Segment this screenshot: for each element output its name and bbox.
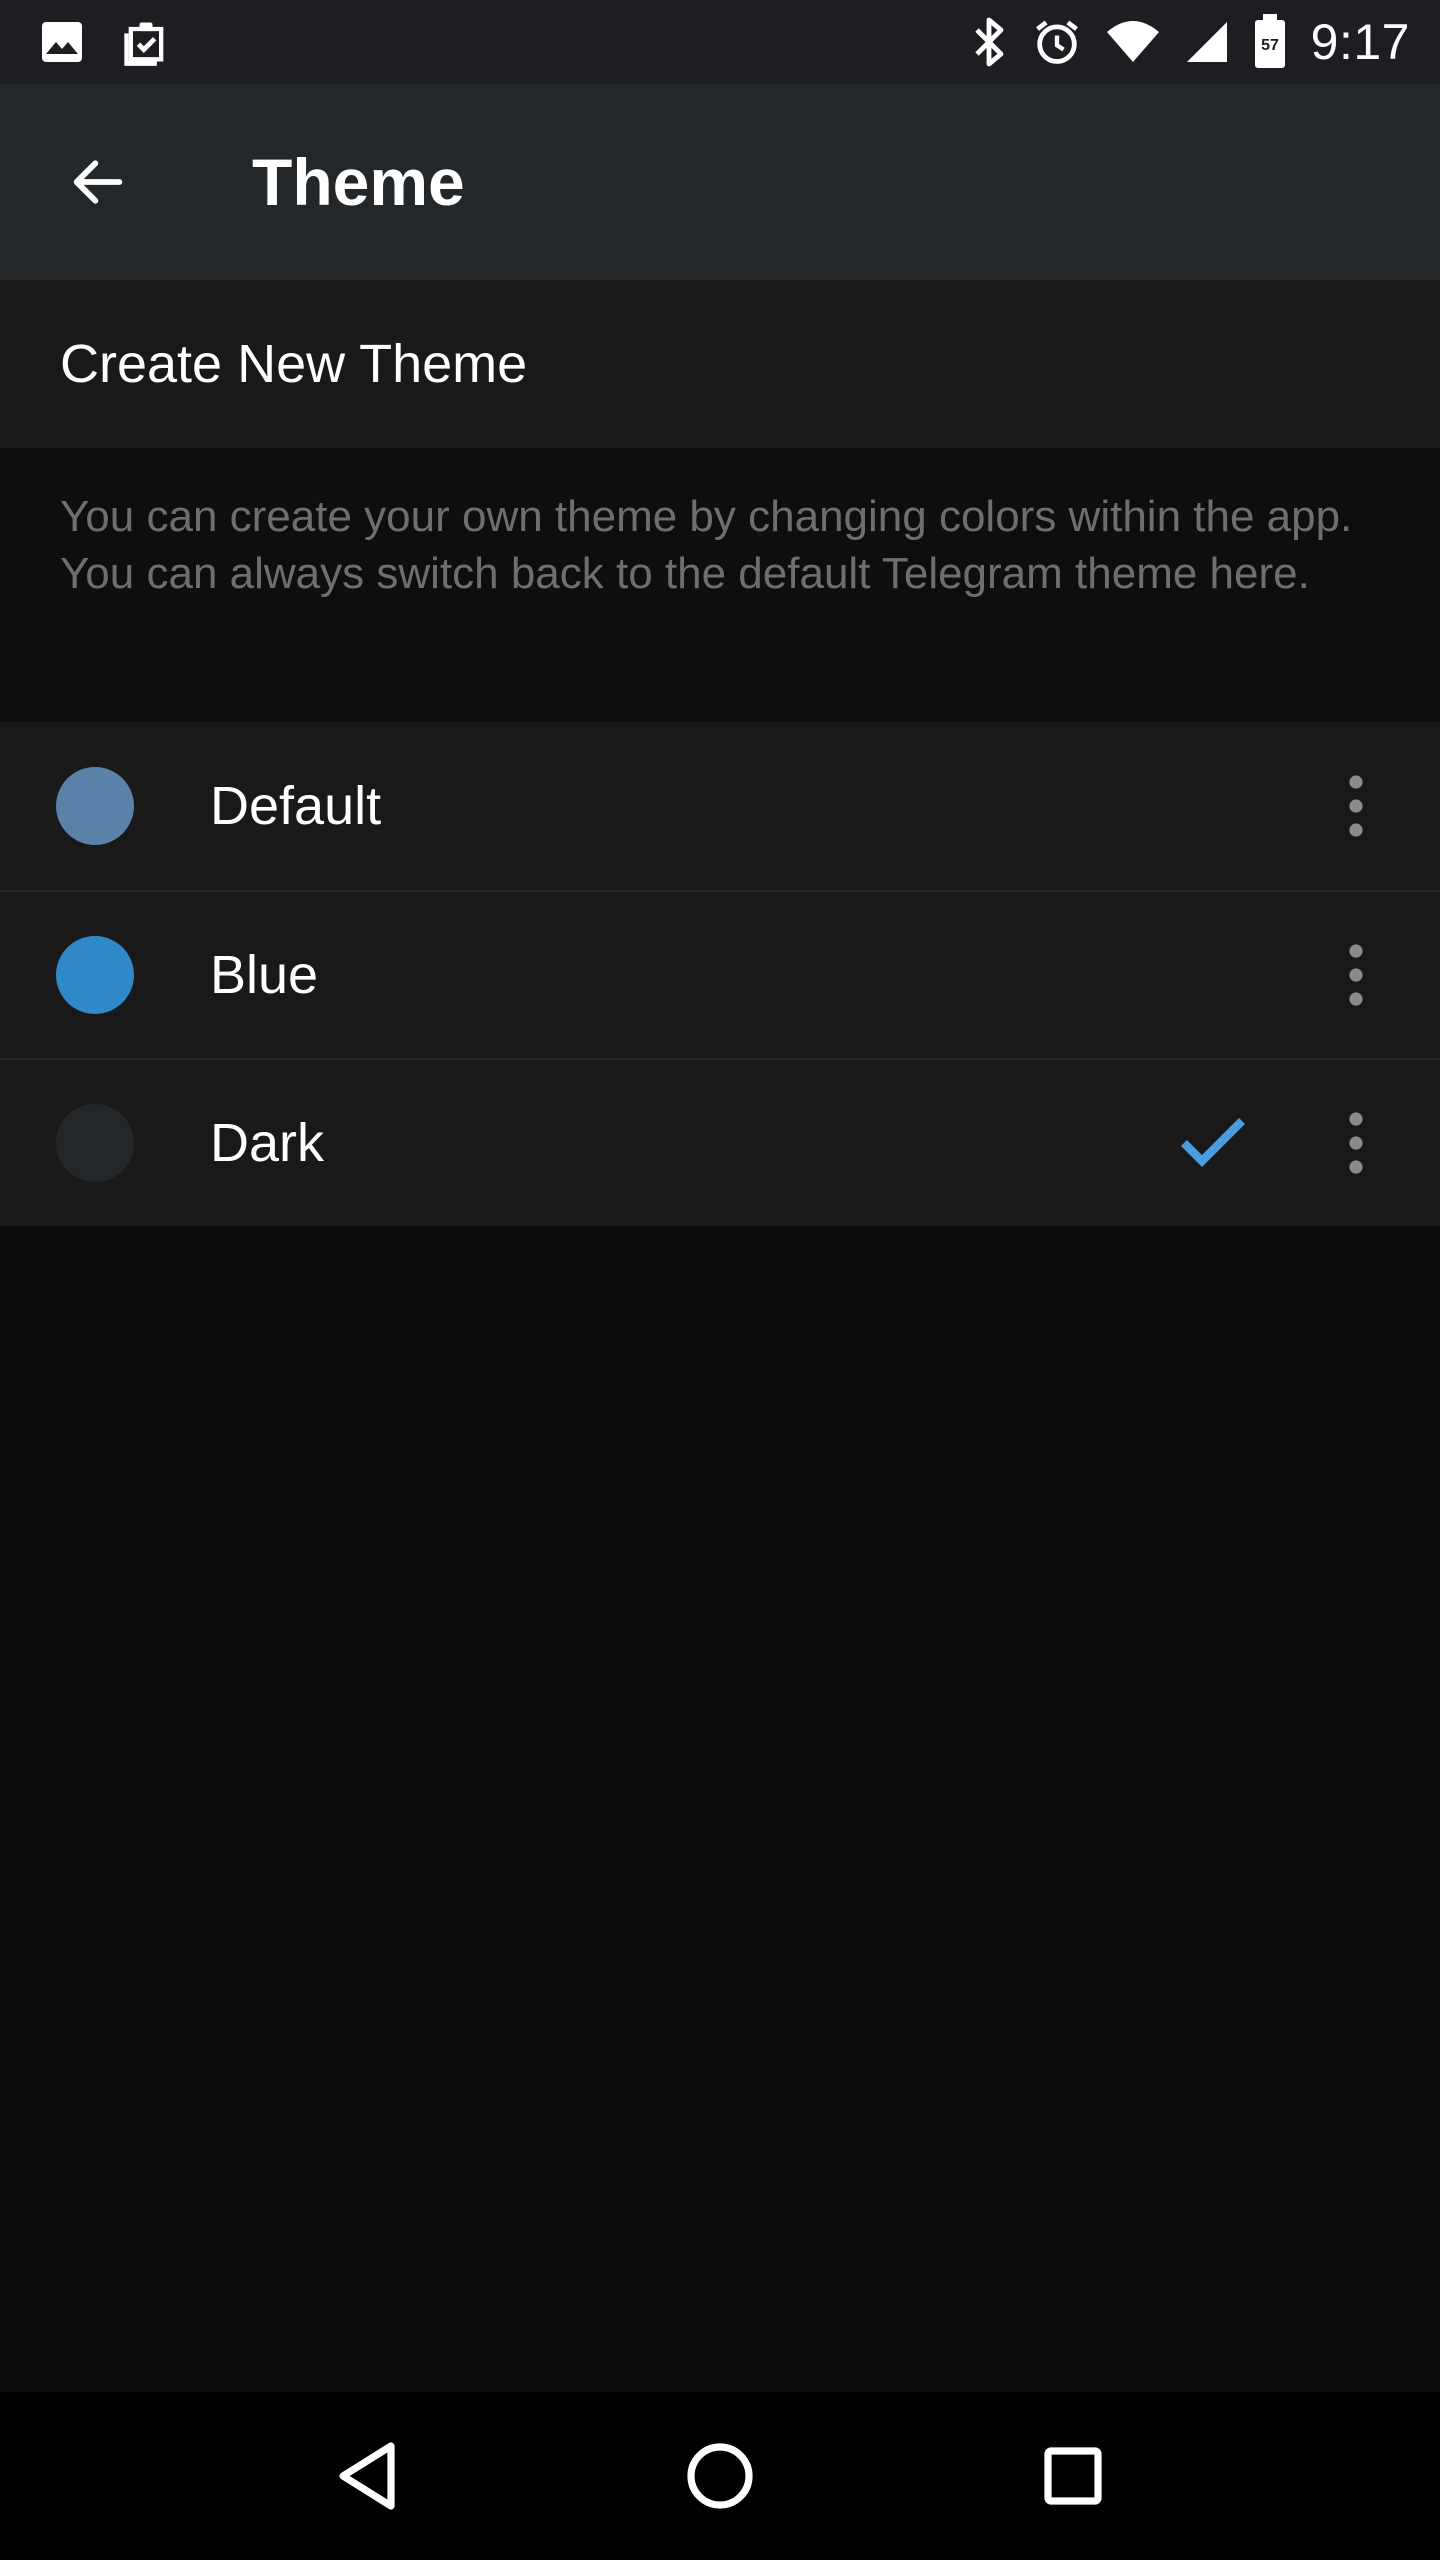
bluetooth-icon	[969, 16, 1009, 68]
theme-row-dark[interactable]: Dark	[0, 1058, 1440, 1226]
theme-row-blue[interactable]: Blue	[0, 890, 1440, 1058]
image-icon	[38, 18, 86, 66]
theme-more-options-button[interactable]	[1310, 915, 1402, 1035]
status-right: 57 9:17	[947, 13, 1410, 71]
wifi-icon	[1105, 18, 1161, 66]
page-title: Theme	[252, 145, 465, 219]
navigation-bar	[0, 2392, 1440, 2560]
theme-name: Default	[210, 776, 382, 836]
theme-more-options-button[interactable]	[1310, 1083, 1402, 1203]
theme-color-swatch	[56, 1104, 134, 1182]
status-bar: 57 9:17	[0, 0, 1440, 84]
app-bar: Theme	[0, 84, 1440, 280]
alarm-icon	[1031, 16, 1083, 68]
battery-level-text: 57	[1261, 37, 1279, 54]
theme-list: Default Blue Dark	[0, 722, 1440, 1226]
theme-name: Dark	[210, 1113, 325, 1173]
nav-back-button[interactable]	[297, 2406, 437, 2546]
theme-name: Blue	[210, 945, 319, 1005]
theme-screen: 57 9:17 Theme Create New Theme You can c…	[0, 0, 1440, 2560]
theme-color-swatch	[56, 936, 134, 1014]
theme-more-options-button[interactable]	[1310, 746, 1402, 866]
theme-info-text: You can create your own theme by changin…	[60, 492, 1353, 598]
more-vertical-icon	[1346, 943, 1366, 1007]
theme-color-swatch	[56, 767, 134, 845]
home-circle-icon	[686, 2442, 754, 2510]
recents-square-icon	[1043, 2446, 1103, 2506]
arrow-back-icon	[66, 150, 130, 214]
more-vertical-icon	[1346, 774, 1366, 838]
cell-signal-icon	[1183, 18, 1231, 66]
check-icon	[1180, 1117, 1246, 1169]
battery-icon: 57	[1253, 14, 1287, 70]
back-button[interactable]	[0, 84, 196, 280]
theme-row-default[interactable]: Default	[0, 722, 1440, 890]
nav-home-button[interactable]	[650, 2406, 790, 2546]
theme-info-section: You can create your own theme by changin…	[0, 448, 1440, 722]
status-left	[38, 16, 206, 68]
clipboard-check-icon	[120, 16, 172, 68]
create-new-theme-label: Create New Theme	[60, 334, 528, 394]
back-triangle-icon	[335, 2440, 399, 2512]
more-vertical-icon	[1346, 1111, 1366, 1175]
status-time: 9:17	[1310, 14, 1410, 70]
create-new-theme-button[interactable]: Create New Theme	[0, 280, 1440, 448]
nav-recents-button[interactable]	[1003, 2406, 1143, 2546]
